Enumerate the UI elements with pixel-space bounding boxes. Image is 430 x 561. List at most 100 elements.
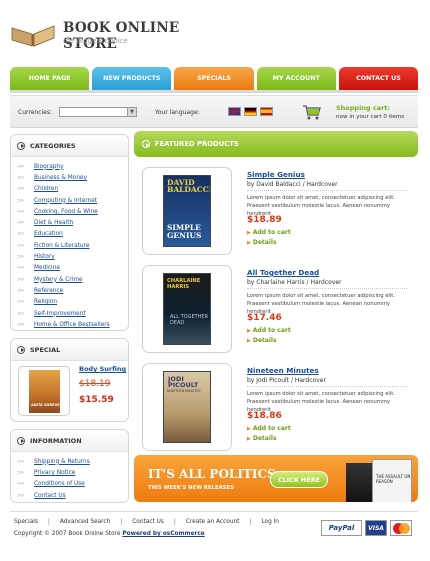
details-button[interactable]: ▶ Details: [247, 435, 277, 442]
footer-link-log-in[interactable]: Log In: [261, 519, 279, 525]
cover-author: DAVID BALDACCI: [167, 178, 211, 194]
divider: [247, 288, 407, 289]
double-arrow-icon: >>: [17, 254, 24, 261]
book-cover-text: THE ASSAULT ON REASON: [376, 474, 411, 484]
details-label: Details: [252, 239, 277, 246]
special-product-link[interactable]: Body Surfing: [79, 365, 126, 373]
category-link[interactable]: Business & Money: [34, 175, 87, 181]
book-cover: CHARLAINE HARRIS ALL TOGETHER DEAD: [163, 273, 211, 345]
product-name-link[interactable]: All Together Dead: [247, 268, 319, 277]
footer-link-specials[interactable]: Specials: [14, 519, 38, 525]
double-arrow-icon: >>: [17, 458, 24, 465]
separator: |: [47, 519, 50, 525]
categories-title: CATEGORIES: [30, 141, 76, 150]
footer-links: Specials | Advanced Search | Contact Us …: [14, 519, 279, 525]
tab-new-products[interactable]: NEW PRODUCTS: [92, 67, 172, 90]
main-nav: HOME PAGE NEW PRODUCTS SPECIALS MY ACCOU…: [10, 67, 419, 90]
info-link[interactable]: Contact Us: [34, 493, 66, 499]
powered-by-link[interactable]: Powered by osCommerce: [122, 531, 204, 537]
list-item: >> Reference: [17, 285, 128, 296]
add-to-cart-label: Add to cart: [252, 327, 291, 334]
click-here-button[interactable]: CLICK HERE: [270, 471, 328, 488]
tab-contact-us[interactable]: CONTACT US: [338, 67, 419, 90]
info-link[interactable]: Privacy Notice: [34, 470, 75, 476]
category-link[interactable]: Diet & Health: [34, 220, 73, 226]
store-logo[interactable]: BOOK ONLINE STORE the biggest choice: [10, 14, 210, 52]
promo-banner[interactable]: IT'S ALL POLITICS THIS WEEK'S NEW RELEAS…: [134, 455, 418, 502]
product-byline: by David Baldacci / Hardcover: [247, 181, 338, 188]
footer-link-create-account[interactable]: Create an Account: [186, 519, 240, 525]
list-item: >> Mystery & Crime: [17, 274, 128, 285]
product-thumbnail[interactable]: DAVID BALDACCI SIMPLE GENIUS: [142, 167, 232, 255]
special-thumbnail[interactable]: ANITA SHREVE: [18, 366, 70, 416]
add-to-cart-button[interactable]: ▶ Add to cart: [247, 425, 291, 432]
arrow-right-icon: ▶: [247, 240, 251, 246]
category-link[interactable]: Religion: [34, 299, 57, 305]
information-title: INFORMATION: [30, 436, 82, 445]
arrow-right-icon: ▶: [247, 436, 251, 442]
book-cover: JODI PICOULT NINETEEN MINUTES: [163, 371, 211, 443]
featured-header: FEATURED PRODUCTS: [134, 131, 418, 157]
double-arrow-icon: >>: [17, 208, 24, 215]
details-label: Details: [252, 435, 277, 442]
product-thumbnail[interactable]: CHARLAINE HARRIS ALL TOGETHER DEAD: [142, 265, 232, 353]
double-arrow-icon: >>: [17, 492, 24, 499]
cart-title[interactable]: Shopping cart:: [336, 104, 390, 112]
product-card: JODI PICOULT NINETEEN MINUTES Nineteen M…: [134, 362, 418, 458]
arrow-circle-icon: [142, 140, 150, 148]
category-link[interactable]: Mystery & Crime: [34, 277, 83, 283]
add-to-cart-button[interactable]: ▶ Add to cart: [247, 229, 291, 236]
arrow-right-icon: ▶: [247, 426, 251, 432]
double-arrow-icon: >>: [17, 242, 24, 249]
payment-methods: PayPal VISA: [321, 520, 412, 536]
category-link[interactable]: Cooking, Food & Wine: [34, 209, 98, 215]
store-title: BOOK ONLINE STORE: [63, 20, 180, 52]
category-link[interactable]: Biography: [34, 164, 64, 170]
category-link[interactable]: Medicine: [34, 265, 60, 271]
information-header: INFORMATION: [11, 430, 128, 452]
product-thumbnail[interactable]: JODI PICOULT NINETEEN MINUTES: [142, 363, 232, 451]
add-to-cart-button[interactable]: ▶ Add to cart: [247, 327, 291, 334]
info-link[interactable]: Conditions of Use: [34, 481, 85, 487]
product-name-link[interactable]: Simple Genius: [247, 170, 305, 179]
details-button[interactable]: ▶ Details: [247, 239, 277, 246]
list-item: >> Privacy Notice: [17, 467, 128, 478]
double-arrow-icon: >>: [17, 321, 24, 328]
list-item: >> Biography: [17, 161, 128, 172]
shopping-cart-icon[interactable]: [302, 104, 322, 120]
copyright-text: Copyright © 2007 Book Online Store: [14, 531, 121, 537]
chevron-down-icon[interactable]: ▼: [127, 108, 136, 116]
tab-my-account[interactable]: MY ACCOUNT: [256, 67, 336, 90]
category-link[interactable]: Home & Office Bestsellers: [34, 322, 110, 328]
tab-specials[interactable]: SPECIALS: [174, 67, 254, 90]
category-link[interactable]: Computing & Internet: [34, 198, 97, 204]
list-item: >> Diet & Health: [17, 217, 128, 228]
category-link[interactable]: Education: [34, 231, 63, 237]
german-flag-icon[interactable]: [244, 107, 257, 116]
tab-home-page[interactable]: HOME PAGE: [10, 67, 90, 90]
list-item: >> Conditions of Use: [17, 479, 128, 490]
product-price: $18.89: [247, 215, 282, 225]
product-name-link[interactable]: Nineteen Minutes: [247, 366, 319, 375]
product-card: DAVID BALDACCI SIMPLE GENIUS Simple Geni…: [134, 166, 418, 262]
currency-select[interactable]: ▼: [59, 107, 137, 117]
page: BOOK ONLINE STORE the biggest choice HOM…: [0, 0, 430, 561]
list-item: >> Computing & Internet: [17, 195, 128, 206]
category-link[interactable]: Reference: [34, 288, 63, 294]
category-link[interactable]: Children: [34, 186, 58, 192]
info-link[interactable]: Shipping & Returns: [34, 459, 90, 465]
category-link[interactable]: Self-Improvement: [34, 311, 86, 317]
footer-link-contact-us[interactable]: Contact Us: [132, 519, 164, 525]
store-tagline: the biggest choice: [63, 37, 128, 45]
spanish-flag-icon[interactable]: [260, 107, 273, 116]
english-flag-icon[interactable]: [228, 107, 241, 116]
footer-link-advanced-search[interactable]: Advanced Search: [60, 519, 110, 525]
details-button[interactable]: ▶ Details: [247, 337, 277, 344]
visa-icon: VISA: [365, 520, 387, 536]
separator: |: [120, 519, 123, 525]
double-arrow-icon: >>: [17, 163, 24, 170]
category-link[interactable]: History: [34, 254, 55, 260]
category-link[interactable]: Fiction & Literature: [34, 243, 89, 249]
arrow-right-icon: ▶: [247, 338, 251, 344]
double-arrow-icon: >>: [17, 174, 24, 181]
